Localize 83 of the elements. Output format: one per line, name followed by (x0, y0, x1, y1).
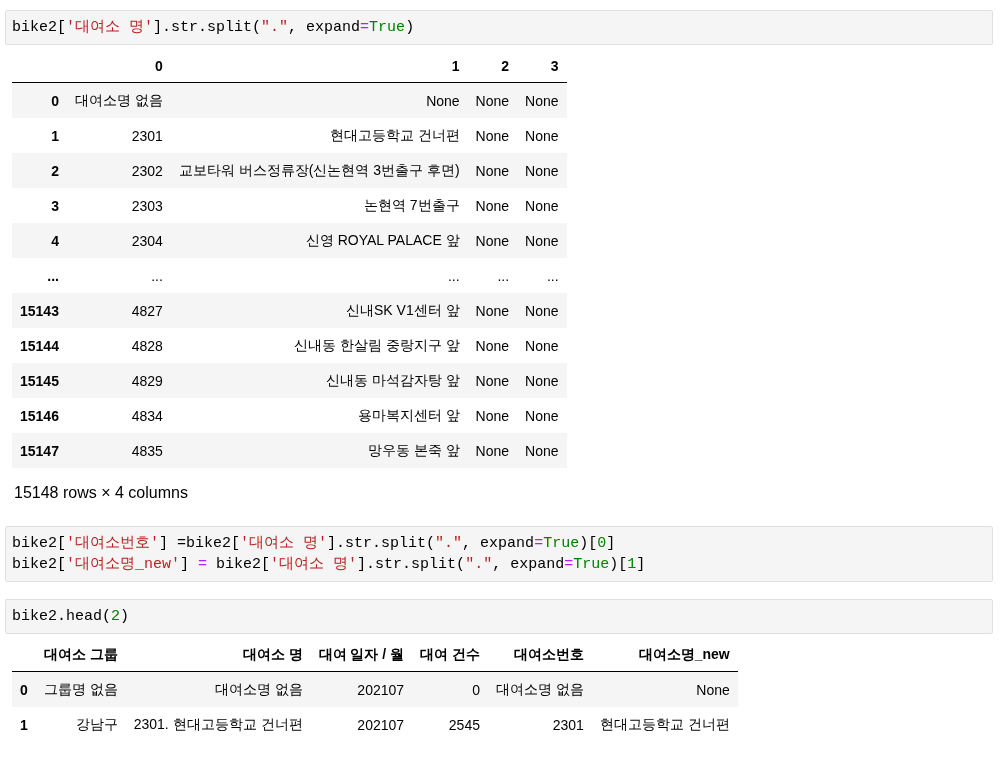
table-cell: None (467, 188, 518, 223)
column-header: 대여소번호 (487, 638, 592, 672)
row-index: 1 (12, 118, 67, 153)
table-cell: ... (170, 258, 468, 293)
table-cell: 202107 (310, 707, 413, 742)
table-cell: None (517, 328, 567, 363)
table-cell: 신내동 마석감자탕 앞 (170, 363, 468, 398)
table-cell: 대여소명 없음 (125, 671, 311, 707)
table-cell: None (517, 188, 567, 223)
column-header: 0 (66, 49, 171, 83)
row-index: ... (12, 258, 67, 293)
table-cell: 대여소명 없음 (487, 671, 592, 707)
code-cell[interactable]: bike2['대여소 명'].str.split(".", expand=True) (5, 10, 993, 45)
table-cell: 4835 (66, 433, 171, 468)
table-cell: 그룹명 없음 (35, 671, 126, 707)
column-header: 대여 건수 (412, 638, 488, 672)
row-index: 0 (12, 82, 67, 118)
table-cell: None (467, 153, 518, 188)
column-header: 대여소명_new (591, 638, 738, 672)
row-index: 15146 (12, 398, 67, 433)
table-cell: None (591, 671, 738, 707)
table-cell: 0 (412, 671, 488, 707)
column-header: 대여소 명 (125, 638, 311, 672)
table-cell: 2301. 현대고등학교 건너편 (125, 707, 311, 742)
table-cell: 신내SK V1센터 앞 (170, 293, 468, 328)
table-cell: None (517, 398, 567, 433)
table-cell: ... (467, 258, 518, 293)
table-cell: None (517, 153, 567, 188)
table-cell: 강남구 (35, 707, 126, 742)
table-cell: ... (517, 258, 567, 293)
table-cell: None (467, 363, 518, 398)
table-cell: 현대고등학교 건너편 (170, 118, 468, 153)
table-cell: 교보타워 버스정류장(신논현역 3번출구 후면) (170, 153, 468, 188)
table-cell: None (467, 223, 518, 258)
row-index: 1 (12, 707, 36, 742)
table-cell: None (170, 82, 468, 118)
table-cell: None (467, 82, 518, 118)
table-summary: 15148 rows × 4 columns (13, 483, 189, 503)
column-header: 3 (517, 49, 567, 83)
table-cell: 신내동 한살림 중랑지구 앞 (170, 328, 468, 363)
table-cell: None (467, 118, 518, 153)
row-index: 15144 (12, 328, 67, 363)
table-cell: 4827 (66, 293, 171, 328)
table-cell: 2303 (66, 188, 171, 223)
row-index: 0 (12, 671, 36, 707)
table-cell: None (467, 328, 518, 363)
table-cell: 용마복지센터 앞 (170, 398, 468, 433)
table-cell: 4828 (66, 328, 171, 363)
row-index: 15143 (12, 293, 67, 328)
table-cell: None (517, 82, 567, 118)
table-cell: 2304 (66, 223, 171, 258)
row-index: 15145 (12, 363, 67, 398)
table-cell: None (517, 293, 567, 328)
table-cell: None (517, 363, 567, 398)
table-cell: 4834 (66, 398, 171, 433)
column-header: 1 (170, 49, 468, 83)
table-cell: None (467, 398, 518, 433)
table-cell: 대여소명 없음 (66, 82, 171, 118)
table-cell: None (517, 223, 567, 258)
table-cell: 202107 (310, 671, 413, 707)
table-cell: 2301 (487, 707, 592, 742)
table-cell: 2302 (66, 153, 171, 188)
row-index: 4 (12, 223, 67, 258)
column-header: 2 (467, 49, 518, 83)
column-header: 대여 일자 / 월 (310, 638, 413, 672)
code-cell[interactable]: bike2['대여소번호'] =bike2['대여소 명'].str.split(".", expand=True)[0] bike2['대여소명_new'] = bike2['대여소 명'].str.split(".", expand=True)[1] (5, 526, 993, 582)
table-cell: 논현역 7번출구 (170, 188, 468, 223)
table-cell: None (517, 118, 567, 153)
column-header: 대여소 그룹 (35, 638, 126, 672)
table-cell: 망우동 본죽 앞 (170, 433, 468, 468)
table-cell: 2301 (66, 118, 171, 153)
row-index: 2 (12, 153, 67, 188)
code-cell[interactable]: bike2.head(2) (5, 599, 993, 634)
table-cell: 현대고등학교 건너편 (591, 707, 738, 742)
table-cell: 4829 (66, 363, 171, 398)
table-cell: 2545 (412, 707, 488, 742)
row-index: 3 (12, 188, 67, 223)
table-cell: ... (66, 258, 171, 293)
table-cell: None (467, 293, 518, 328)
row-index: 15147 (12, 433, 67, 468)
table-cell: None (467, 433, 518, 468)
table-cell: None (517, 433, 567, 468)
table-cell: 신영 ROYAL PALACE 앞 (170, 223, 468, 258)
